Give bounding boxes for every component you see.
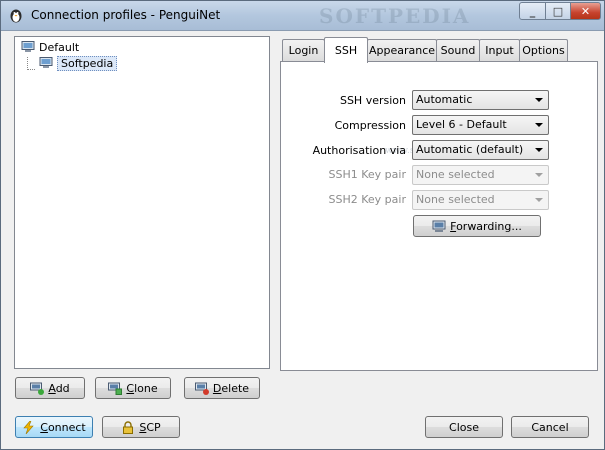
- ssh1-key-select: None selected: [412, 165, 549, 185]
- authorisation-select[interactable]: Automatic (default): [412, 140, 549, 160]
- tab-sound[interactable]: Sound: [436, 39, 480, 61]
- ssh-version-select[interactable]: Automatic: [412, 90, 549, 110]
- tab-label: Login: [288, 44, 319, 57]
- compression-value: Level 6 - Default: [416, 118, 507, 131]
- dropdown-arrow-icon: [535, 148, 543, 152]
- compression-select[interactable]: Level 6 - Default: [412, 115, 549, 135]
- cancel-label: Cancel: [531, 420, 569, 434]
- authorisation-label: Authorisation via: [312, 144, 406, 157]
- dropdown-arrow-icon: [535, 198, 543, 202]
- computer-icon: [21, 41, 35, 52]
- tree-node-label: Default: [39, 40, 80, 54]
- compression-label: Compression: [334, 119, 406, 132]
- dropdown-arrow-icon: [535, 173, 543, 177]
- profile-tree[interactable]: Default Softpedia: [14, 36, 270, 369]
- clone-computer-icon: [108, 382, 123, 395]
- ssh2-key-label: SSH2 Key pair: [328, 193, 406, 206]
- computer-icon: [39, 57, 53, 68]
- ssh-tab-panel: www.softpedia.com SSH version Automatic …: [280, 61, 598, 371]
- add-computer-icon: [30, 382, 45, 395]
- softpedia-watermark: SOFTPEDIA: [319, 4, 471, 28]
- ssh2-key-select: None selected: [412, 190, 549, 210]
- maximize-icon: □: [552, 4, 564, 18]
- tab-label: Sound: [440, 44, 476, 57]
- mnemonic-letter: A: [48, 381, 56, 395]
- ssh1-key-value: None selected: [416, 168, 495, 181]
- ssh-version-label: SSH version: [339, 94, 406, 107]
- scp-label: CP: [146, 420, 161, 434]
- add-button[interactable]: Add: [15, 377, 85, 399]
- mnemonic-letter: C: [126, 381, 135, 395]
- lock-icon: [123, 420, 134, 434]
- tab-appearance[interactable]: Appearance: [367, 39, 437, 61]
- tab-label: Appearance: [368, 44, 436, 57]
- tree-node-label: Softpedia: [57, 55, 118, 71]
- mnemonic-letter: C: [40, 420, 48, 434]
- tab-label: SSH: [334, 44, 358, 57]
- add-label: dd: [55, 381, 70, 395]
- delete-computer-icon: [194, 382, 209, 395]
- dropdown-arrow-icon: [535, 98, 543, 102]
- connect-button[interactable]: Connect: [15, 416, 93, 438]
- tree-node-default[interactable]: Default: [21, 39, 79, 55]
- window-title: Connection profiles - PenguiNet: [31, 8, 221, 22]
- forwarding-button[interactable]: Forwarding...: [413, 215, 541, 237]
- ssh-version-value: Automatic: [416, 93, 473, 106]
- tree-connector: [27, 69, 35, 70]
- lightning-icon: [23, 420, 34, 434]
- penguin-icon: [10, 9, 22, 23]
- cancel-button[interactable]: Cancel: [511, 416, 589, 438]
- forwarding-icon: [432, 220, 446, 232]
- minimize-icon: _: [529, 4, 536, 18]
- title-bar: Connection profiles - PenguiNet SOFTPEDI…: [1, 1, 604, 31]
- delete-button[interactable]: Delete: [184, 377, 260, 399]
- tab-input[interactable]: Input: [479, 39, 520, 61]
- scp-button[interactable]: SCP: [102, 416, 180, 438]
- connection-profiles-window: Connection profiles - PenguiNet SOFTPEDI…: [0, 0, 605, 450]
- clone-button[interactable]: Clone: [95, 377, 171, 399]
- connect-label: onnect: [47, 420, 86, 434]
- tab-options[interactable]: Options: [519, 39, 568, 61]
- minimize-button[interactable]: _: [519, 2, 546, 20]
- tab-label: Input: [485, 44, 514, 57]
- tree-node-softpedia[interactable]: Softpedia: [39, 55, 118, 71]
- close-label: Close: [449, 420, 479, 434]
- delete-label: elete: [221, 381, 250, 395]
- clone-label: lone: [134, 381, 158, 395]
- close-icon: ✕: [580, 4, 591, 18]
- forwarding-label: orwarding...: [456, 219, 522, 233]
- close-window-button[interactable]: ✕: [570, 2, 601, 20]
- tab-ssh[interactable]: SSH: [324, 37, 368, 63]
- ssh1-key-label: SSH1 Key pair: [328, 168, 406, 181]
- authorisation-value: Automatic (default): [416, 143, 524, 156]
- ssh2-key-value: None selected: [416, 193, 495, 206]
- maximize-button[interactable]: □: [545, 2, 571, 20]
- close-button[interactable]: Close: [425, 416, 503, 438]
- tab-label: Options: [522, 44, 565, 57]
- tab-login[interactable]: Login: [282, 39, 325, 61]
- dropdown-arrow-icon: [535, 123, 543, 127]
